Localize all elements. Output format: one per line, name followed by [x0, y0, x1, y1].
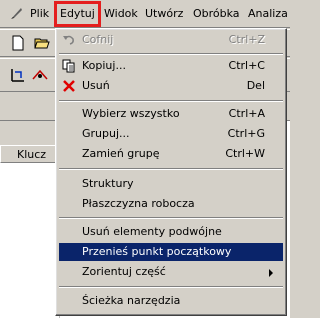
- undo-icon: [63, 35, 74, 45]
- menu-separator: [59, 286, 283, 288]
- menu-bar: Plik Edytuj Widok Utwórz Obróbka Analiza: [0, 0, 290, 28]
- menu-item-shortcut: Ctrl+A: [228, 107, 265, 120]
- menu-item-label: Przenieś punkt początkowy: [82, 245, 232, 258]
- menu-plik[interactable]: Plik: [30, 7, 49, 21]
- delete-icon: [63, 80, 75, 92]
- menu-item-wybierz-wszystko[interactable]: Wybierz wszystko Ctrl+A: [59, 105, 283, 123]
- column-header-label: Klucz: [17, 148, 47, 161]
- menu-item-label: Grupuj...: [82, 127, 130, 140]
- menu-item-shortcut: Ctrl+G: [227, 127, 265, 140]
- menu-item-sciezka-narzedzia[interactable]: Ścieżka narzędzia: [59, 292, 283, 310]
- menu-separator: [59, 217, 283, 219]
- menu-item-shortcut: Del: [246, 79, 265, 92]
- menu-item-kopiuj[interactable]: Kopiuj... Ctrl+C: [59, 57, 283, 75]
- menu-item-label: Cofnij: [82, 33, 114, 46]
- app-icon: [11, 8, 22, 19]
- menu-separator: [59, 100, 283, 102]
- menu-utworz[interactable]: Utwórz: [145, 7, 183, 21]
- menu-analiza[interactable]: Analiza: [248, 7, 288, 21]
- menu-item-label: Płaszczyzna robocza: [82, 197, 195, 210]
- menu-item-shortcut: Ctrl+C: [228, 59, 265, 72]
- menu-item-label: Usuń: [82, 79, 110, 92]
- menu-obrobka[interactable]: Obróbka: [193, 7, 240, 21]
- menu-item-label: Struktury: [82, 177, 134, 190]
- menu-item-label: Kopiuj...: [82, 59, 126, 72]
- menu-item-label: Zamień grupę: [82, 147, 160, 160]
- menu-separator: [59, 168, 283, 170]
- menu-item-zamien-grupe[interactable]: Zamień grupę Ctrl+W: [59, 145, 283, 163]
- menu-item-plaszczyzna-robocza[interactable]: Płaszczyzna robocza: [59, 195, 283, 213]
- menu-widok[interactable]: Widok: [104, 7, 138, 21]
- menu-item-shortcut: Ctrl+W: [225, 147, 265, 160]
- copy-icon: [62, 59, 75, 73]
- menu-item-cofnij[interactable]: Cofnij Ctrl+Z: [59, 31, 283, 49]
- panel-band: [0, 121, 60, 145]
- transform-tool-icon[interactable]: [32, 67, 48, 83]
- edit-dropdown-menu: Cofnij Ctrl+Z Kopiuj... Ctrl+C Usuń Del …: [55, 28, 287, 316]
- menu-item-usun-elementy-podwojne[interactable]: Usuń elementy podwójne: [59, 223, 283, 241]
- move-tool-icon[interactable]: [10, 67, 26, 83]
- menu-item-zorientuj-czesc[interactable]: Zorientuj część: [59, 263, 283, 281]
- menu-item-usun[interactable]: Usuń Del: [59, 77, 283, 95]
- open-folder-icon[interactable]: [34, 35, 50, 51]
- tree-list[interactable]: [0, 163, 60, 318]
- menu-item-label: Usuń elementy podwójne: [82, 225, 222, 238]
- menu-item-shortcut: Ctrl+Z: [228, 33, 265, 46]
- new-file-icon[interactable]: [10, 35, 26, 51]
- submenu-arrow-icon: [269, 269, 273, 277]
- menu-item-struktury[interactable]: Struktury: [59, 175, 283, 193]
- menu-separator: [59, 53, 283, 55]
- menu-item-label: Wybierz wszystko: [82, 107, 180, 120]
- menu-item-przenies-punkt-poczatkowy[interactable]: Przenieś punkt początkowy: [59, 243, 283, 261]
- menu-edytuj[interactable]: Edytuj: [54, 1, 101, 27]
- menu-item-label: Zorientuj część: [82, 265, 166, 278]
- column-header-klucz[interactable]: Klucz: [0, 145, 60, 163]
- menu-item-grupuj[interactable]: Grupuj... Ctrl+G: [59, 125, 283, 143]
- menu-item-label: Ścieżka narzędzia: [82, 294, 181, 307]
